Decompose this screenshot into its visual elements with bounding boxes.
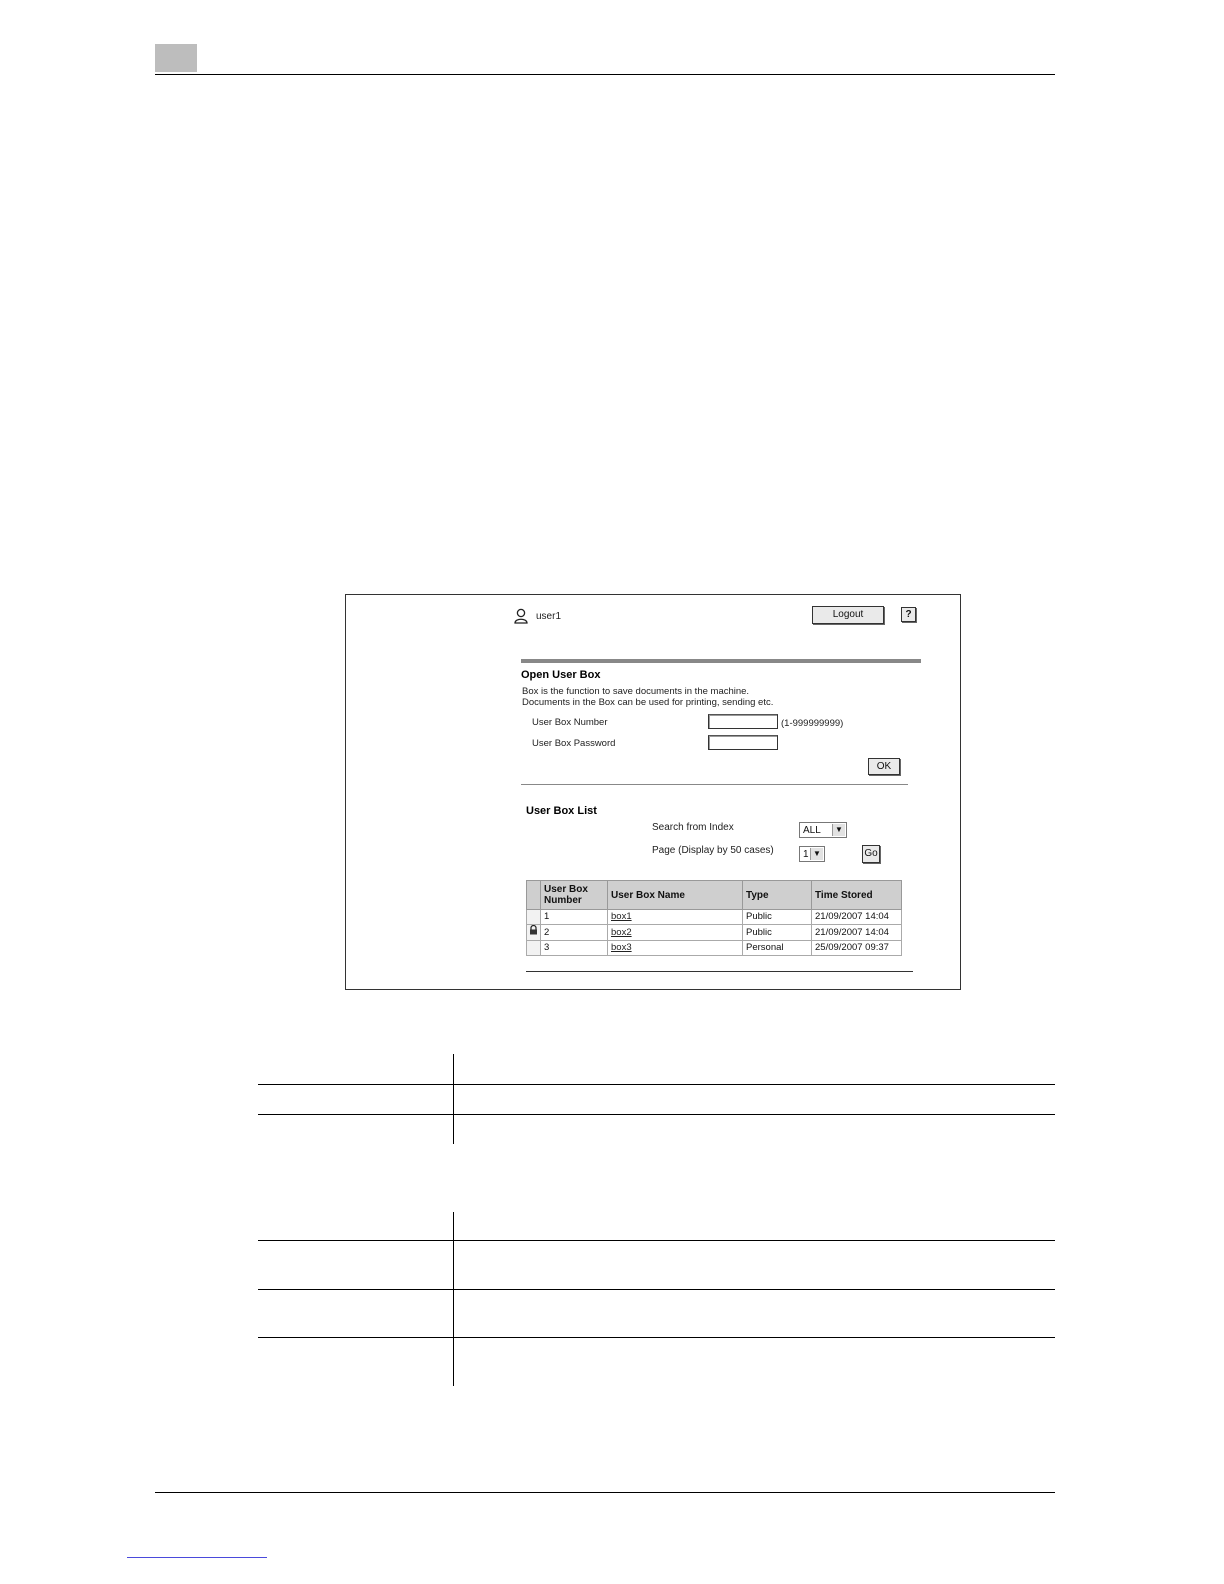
search-index-value: ALL <box>803 825 821 836</box>
rule-table-1-row-line <box>258 1084 1055 1085</box>
search-index-select[interactable]: ALL ▼ <box>799 822 847 838</box>
box-time-cell: 21/09/2007 14:04 <box>811 909 902 925</box>
box-name-cell: box3 <box>607 940 743 956</box>
page-value: 1 <box>803 849 809 860</box>
list-bottom-divider <box>526 971 913 972</box>
box-number-input[interactable] <box>708 714 778 729</box>
column-header-type: Type <box>742 880 812 910</box>
box-name-cell: box2 <box>607 924 743 941</box>
rule-table-2-row-line <box>258 1337 1055 1338</box>
box-name-link[interactable]: box2 <box>611 927 632 938</box>
footer-link-underline <box>127 1557 267 1558</box>
lock-cell <box>526 909 541 925</box>
logout-button[interactable]: Logout <box>812 606 884 624</box>
box-number-label: User Box Number <box>532 717 608 728</box>
chapter-tab <box>155 44 197 72</box>
section-header-bar <box>521 659 921 663</box>
box-number-cell: 2 <box>540 924 608 941</box>
header-rule <box>155 74 1055 75</box>
rule-table-2-divider <box>453 1212 454 1386</box>
lock-cell <box>526 940 541 956</box>
open-box-title: Open User Box <box>521 669 601 681</box>
box-type-cell: Public <box>742 924 812 941</box>
table-row: 1 box1 Public 21/09/2007 14:04 <box>526 909 902 925</box>
web-connection-screenshot: user1 Logout ? Open User Box Box is the … <box>345 594 961 990</box>
box-time-cell: 25/09/2007 09:37 <box>811 940 902 956</box>
user-icon <box>514 608 528 629</box>
table-row: 2 box2 Public 21/09/2007 14:04 <box>526 924 902 941</box>
username: user1 <box>536 611 562 622</box>
chevron-down-icon: ▼ <box>810 848 823 860</box>
rule-table-1-divider <box>453 1054 454 1144</box>
column-header-time: Time Stored <box>811 880 902 910</box>
section-divider <box>521 784 908 785</box>
page-select[interactable]: 1 ▼ <box>799 846 825 862</box>
table-header-row: User Box Number User Box Name Type Time … <box>526 880 902 910</box>
column-header-number: User Box Number <box>540 880 608 910</box>
box-number-cell: 1 <box>540 909 608 925</box>
box-type-cell: Public <box>742 909 812 925</box>
chevron-down-icon: ▼ <box>832 824 845 836</box>
column-header-lock <box>526 880 541 910</box>
box-password-label: User Box Password <box>532 738 616 749</box>
box-name-link[interactable]: box1 <box>611 911 632 922</box>
open-box-description-1: Box is the function to save documents in… <box>522 686 750 697</box>
box-name-link[interactable]: box3 <box>611 942 632 953</box>
help-button[interactable]: ? <box>901 607 916 622</box>
rule-table-2-row-line <box>258 1240 1055 1241</box>
ok-button[interactable]: OK <box>868 758 900 775</box>
lock-icon <box>530 924 537 935</box>
rule-table-1-row-line <box>258 1114 1055 1115</box>
column-header-name: User Box Name <box>607 880 743 910</box>
box-number-range: (1-999999999) <box>781 718 844 729</box>
box-list-table: User Box Number User Box Name Type Time … <box>526 880 902 956</box>
box-password-input[interactable] <box>708 735 778 750</box>
table-row: 3 box3 Personal 25/09/2007 09:37 <box>526 940 902 956</box>
box-time-cell: 21/09/2007 14:04 <box>811 924 902 941</box>
open-box-description-2: Documents in the Box can be used for pri… <box>522 697 774 708</box>
lock-cell <box>526 924 541 941</box>
box-type-cell: Personal <box>742 940 812 956</box>
box-number-cell: 3 <box>540 940 608 956</box>
go-button[interactable]: Go <box>862 845 880 863</box>
page-label: Page (Display by 50 cases) <box>652 845 774 856</box>
search-index-label: Search from Index <box>652 822 734 833</box>
rule-table-2-row-line <box>258 1289 1055 1290</box>
box-name-cell: box1 <box>607 909 743 925</box>
footer-rule <box>155 1492 1055 1493</box>
box-list-title: User Box List <box>526 805 597 817</box>
